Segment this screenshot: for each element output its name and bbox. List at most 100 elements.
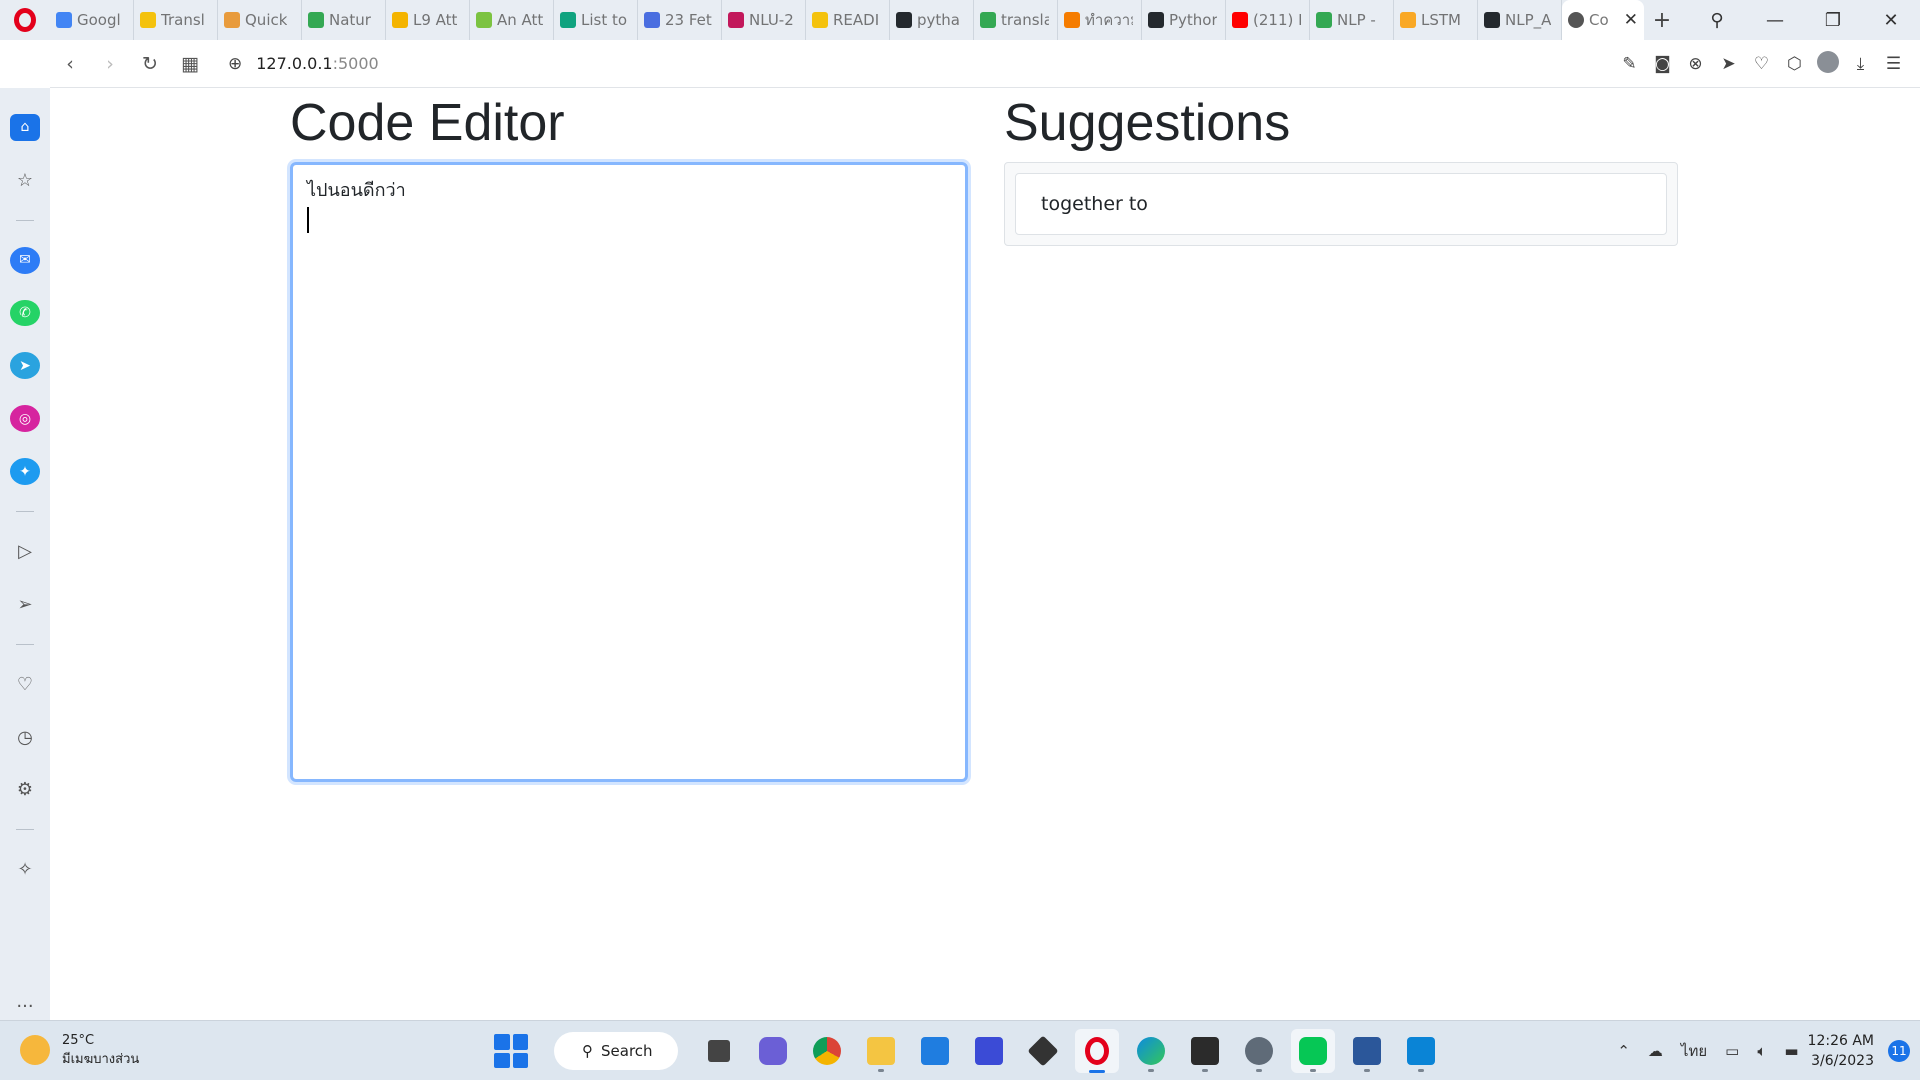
twitter-icon[interactable]: ✦: [10, 458, 40, 486]
weather-widget[interactable]: 25°C มีเมฆบางส่วน: [20, 1031, 139, 1069]
suggestions-list: together to: [1004, 162, 1678, 246]
weather-temp: 25°C: [62, 1033, 95, 1048]
edit-icon[interactable]: ✎: [1613, 54, 1646, 74]
battery-icon[interactable]: ▬: [1784, 1042, 1798, 1060]
tab-label: L9 Att: [413, 11, 458, 29]
easy-setup-icon[interactable]: ☰: [1877, 54, 1910, 74]
url-port: :5000: [332, 54, 379, 73]
tab-search-icon[interactable]: ⚲: [1688, 10, 1746, 31]
forward-button[interactable]: ›: [90, 53, 130, 75]
extensions-icon[interactable]: ⬡: [1778, 54, 1811, 74]
tab-active[interactable]: Co ✕: [1562, 0, 1644, 40]
tab-2[interactable]: Quick: [218, 0, 302, 40]
camera-icon[interactable]: ◙: [1646, 54, 1679, 74]
bookmarks-icon[interactable]: ♡: [10, 671, 40, 698]
tab-11[interactable]: transla: [974, 0, 1058, 40]
taskbar-search[interactable]: ⚲ Search: [554, 1032, 678, 1070]
system-tray: ⌃ ☁ ไทย ▭ 🔈︎ ▬ 12:26 AM 3/6/2023 11: [1608, 1021, 1920, 1081]
settings-app-icon[interactable]: [1237, 1029, 1281, 1073]
network-icon[interactable]: ▭: [1725, 1042, 1739, 1060]
tab-7[interactable]: 23 Fet: [638, 0, 722, 40]
whatsapp-icon[interactable]: ✆: [10, 299, 40, 327]
vscode-icon[interactable]: [1399, 1029, 1443, 1073]
download-icon[interactable]: ⤓: [1844, 54, 1877, 74]
tab-4[interactable]: L9 Att: [386, 0, 470, 40]
close-tab-icon[interactable]: ✕: [1624, 10, 1638, 30]
tab-1[interactable]: Transl: [134, 0, 218, 40]
tab-0[interactable]: Googl: [50, 0, 134, 40]
volume-icon[interactable]: 🔈︎: [1757, 1042, 1766, 1060]
history-icon[interactable]: ◷: [10, 724, 40, 751]
profile-avatar[interactable]: [1811, 50, 1844, 78]
reload-button[interactable]: ↻: [130, 53, 170, 75]
start-button[interactable]: [494, 1034, 528, 1068]
url-field[interactable]: ⊕ 127.0.0.1:5000: [228, 54, 379, 74]
player-icon[interactable]: ▷: [10, 538, 40, 565]
tab-8[interactable]: NLU-2: [722, 0, 806, 40]
chrome-icon[interactable]: [805, 1029, 849, 1073]
adblock-icon[interactable]: ⊗: [1679, 54, 1712, 74]
minimize-button[interactable]: —: [1746, 10, 1804, 31]
restore-button[interactable]: ❐: [1804, 10, 1862, 31]
teams-chat-icon[interactable]: [751, 1029, 795, 1073]
tab-label: transla: [1001, 11, 1049, 29]
tab-favicon-icon: [980, 12, 996, 28]
opera-taskbar-icon[interactable]: [1075, 1029, 1119, 1073]
sidebar-divider: [16, 643, 34, 645]
windows-taskbar: 25°C มีเมฆบางส่วน ⚲ Search ⌃ ☁ ไทย ▭ 🔈︎ …: [0, 1020, 1920, 1080]
settings-icon[interactable]: ⚙: [10, 776, 40, 803]
tab-favicon-icon: [392, 12, 408, 28]
chevron-up-icon[interactable]: ⌃: [1617, 1042, 1630, 1060]
language-indicator[interactable]: ไทย: [1681, 1039, 1707, 1063]
math-app-icon[interactable]: [967, 1029, 1011, 1073]
tab-favicon-icon: [812, 12, 828, 28]
tab-overview-button[interactable]: ▦: [170, 53, 210, 75]
send-icon[interactable]: ➤: [1712, 54, 1745, 74]
close-window-button[interactable]: ✕: [1862, 10, 1920, 31]
weather-desc: มีเมฆบางส่วน: [62, 1052, 140, 1067]
instagram-icon[interactable]: ◎: [10, 405, 40, 433]
tab-label: Googl: [77, 11, 121, 29]
more-icon[interactable]: ···: [10, 993, 40, 1020]
opera-menu-button[interactable]: [0, 0, 50, 40]
mail-icon[interactable]: [913, 1029, 957, 1073]
tab-label: Natur: [329, 11, 371, 29]
back-button[interactable]: ‹: [50, 53, 90, 75]
tab-12[interactable]: ทำความ: [1058, 0, 1142, 40]
line-app-icon[interactable]: [1291, 1029, 1335, 1073]
tab-6[interactable]: List to: [554, 0, 638, 40]
lightbulb-icon[interactable]: ✧: [10, 856, 40, 883]
new-tab-button[interactable]: +: [1644, 8, 1680, 33]
weather-icon: [20, 1035, 50, 1065]
clock[interactable]: 12:26 AM 3/6/2023: [1808, 1031, 1874, 1071]
taskbar-apps: ⚲ Search: [494, 1029, 1448, 1073]
word-icon[interactable]: [1345, 1029, 1389, 1073]
tab-10[interactable]: pytha: [890, 0, 974, 40]
home-icon[interactable]: ⌂: [10, 114, 40, 141]
tab-favicon-icon: [1148, 12, 1164, 28]
tab-17[interactable]: NLP_A: [1478, 0, 1562, 40]
edge-icon[interactable]: [1129, 1029, 1173, 1073]
task-view-icon[interactable]: [697, 1029, 741, 1073]
notification-badge[interactable]: 11: [1888, 1040, 1910, 1062]
telegram-icon[interactable]: ➤: [10, 352, 40, 380]
tab-15[interactable]: NLP -: [1310, 0, 1394, 40]
tab-13[interactable]: Pythor: [1142, 0, 1226, 40]
tab-3[interactable]: Natur: [302, 0, 386, 40]
suggestion-item[interactable]: together to: [1015, 173, 1667, 235]
tab-16[interactable]: LSTM: [1394, 0, 1478, 40]
messenger-icon[interactable]: ✉: [10, 246, 40, 274]
speed-dial-icon[interactable]: ☆: [10, 167, 40, 194]
unity-icon[interactable]: [1021, 1029, 1065, 1073]
site-info-icon[interactable]: ⊕: [228, 54, 242, 74]
onedrive-icon[interactable]: ☁: [1648, 1042, 1663, 1060]
tab-14[interactable]: (211) L: [1226, 0, 1310, 40]
tab-5[interactable]: An Att: [470, 0, 554, 40]
my-flow-icon[interactable]: ➢: [10, 591, 40, 618]
tab-9[interactable]: READI: [806, 0, 890, 40]
terminal-icon[interactable]: [1183, 1029, 1227, 1073]
tab-label: Co: [1589, 11, 1609, 29]
code-editor-textarea[interactable]: ไปนอนดีกว่า: [290, 162, 968, 782]
file-explorer-icon[interactable]: [859, 1029, 903, 1073]
heart-icon[interactable]: ♡: [1745, 54, 1778, 74]
